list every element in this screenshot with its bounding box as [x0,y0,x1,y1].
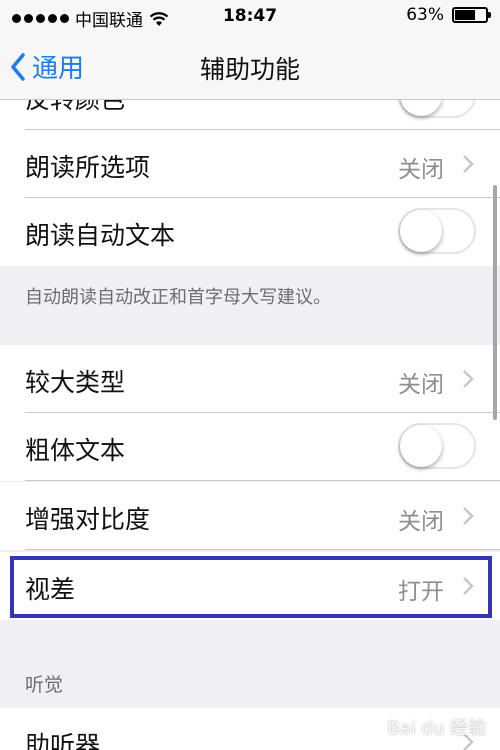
speak-auto-text-toggle[interactable] [398,208,476,254]
chevron-right-icon [463,507,474,525]
increase-contrast-value: 关闭 [398,509,444,535]
bold-text-label: 粗体文本 [25,436,126,465]
navigation-bar: 通用 辅助功能 [0,34,500,100]
row-divider [25,549,500,550]
hearing-aids-label: 助听器 [25,731,101,750]
invert-colors-label: 反转颜色 [25,100,125,116]
watermark-logo: Bai du 经验 [387,718,486,739]
settings-list[interactable]: 反转颜色 朗读所选项 关闭 朗读自动文本 自动朗读自动改正和首字母大写建议。 较… [0,100,500,750]
scroll-indicator [493,185,497,420]
chevron-right-icon [463,370,474,388]
battery-icon [452,7,491,23]
larger-type-row[interactable]: 较大类型 关闭 [0,345,500,413]
increase-contrast-label: 增强对比度 [25,505,151,534]
chevron-right-icon [463,155,474,173]
row-divider [25,480,500,481]
battery-percent: 63% [406,5,444,25]
speak-auto-text-row: 朗读自动文本 [0,198,500,266]
battery-area: 63% [406,5,491,25]
increase-contrast-row[interactable]: 增强对比度 关闭 [0,482,500,550]
status-bar: 中国联通 18:47 63% [0,0,500,34]
hearing-section-header: 听觉 [25,674,64,696]
speak-selection-label: 朗读所选项 [25,153,151,182]
toggle-knob [400,425,442,467]
speak-selection-row[interactable]: 朗读所选项 关闭 [0,130,500,198]
speak-auto-text-footer: 自动朗读自动改正和首字母大写建议。 [25,287,331,308]
page-title: 辅助功能 [199,55,300,84]
parallax-highlight-box [10,556,492,618]
bold-text-row: 粗体文本 [0,413,500,481]
bold-text-toggle[interactable] [398,423,476,469]
larger-type-label: 较大类型 [25,368,126,397]
larger-type-value: 关闭 [398,372,444,398]
invert-colors-toggle[interactable] [398,100,476,118]
toggle-knob [400,100,442,116]
speak-auto-text-label: 朗读自动文本 [25,221,176,250]
invert-colors-row: 反转颜色 [0,100,500,130]
toggle-knob [400,210,442,252]
speak-selection-value: 关闭 [398,157,444,183]
